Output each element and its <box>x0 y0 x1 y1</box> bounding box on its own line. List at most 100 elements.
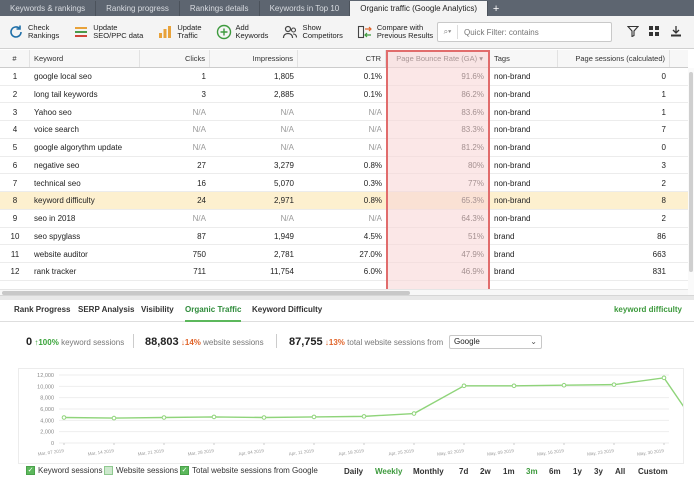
range-monthly[interactable]: Monthly <box>413 467 444 476</box>
data-point[interactable] <box>661 375 667 381</box>
data-point[interactable] <box>211 414 217 420</box>
data-point[interactable] <box>461 383 467 389</box>
legend-keyword-sessions-label: Keyword sessions <box>38 466 103 475</box>
cell-bounce: 64.3% <box>461 214 484 223</box>
legend-keyword-sessions[interactable]: ✓ Keyword sessions <box>26 466 102 475</box>
search-icon[interactable]: ⌕▾ <box>438 25 458 39</box>
tab-keyword-difficulty[interactable]: Keyword Difficulty <box>252 305 322 314</box>
tab-rankings-details[interactable]: Rankings details <box>180 1 260 16</box>
compare-results-button[interactable]: Compare with Previous Results <box>357 24 433 40</box>
filter-icon[interactable] <box>627 25 639 37</box>
period-2w[interactable]: 2w <box>480 467 491 476</box>
legend-website-sessions[interactable]: Website sessions <box>104 466 178 475</box>
x-tick-label: May, 02 2019 <box>437 448 465 457</box>
vertical-scroll-thumb[interactable] <box>689 72 693 272</box>
traffic-bars-icon <box>159 26 172 38</box>
table-row[interactable]: 8 keyword difficulty 24 2,971 0.8% 65.3% non-b… <box>0 192 688 210</box>
range-daily[interactable]: Daily <box>344 467 363 476</box>
tab-rank-progress[interactable]: Rank Progress <box>14 305 70 314</box>
tab-serp-analysis[interactable]: SERP Analysis <box>78 305 134 314</box>
table-row[interactable]: 5 google algorythm update N/A N/A N/A 81.2% no… <box>0 139 688 157</box>
data-point[interactable] <box>111 415 117 421</box>
toolbar: Check Rankings Update SEO/PPC data Updat… <box>0 16 694 49</box>
data-point[interactable] <box>61 415 67 420</box>
header-clicks[interactable]: Clicks <box>140 50 210 67</box>
header-num[interactable]: # <box>0 50 30 67</box>
header-keyword[interactable]: Keyword <box>30 50 140 67</box>
cell-ctr: 0.1% <box>363 72 382 81</box>
table-row[interactable]: 3 Yahoo seo N/A N/A N/A 83.6% non-brand 1 <box>0 104 688 122</box>
tab-keywords-rankings[interactable]: Keywords & rankings <box>0 1 97 16</box>
table-row[interactable]: 9 seo in 2018 N/A N/A N/A 64.3% non-brand 2 <box>0 210 688 228</box>
tab-keywords-top10[interactable]: Keywords in Top 10 <box>260 1 351 16</box>
table-row[interactable]: 10 seo spyglass 87 1,949 4.5% 51% brand 86 <box>0 228 688 246</box>
period-1y[interactable]: 1y <box>573 467 582 476</box>
source-select-value: Google <box>454 337 480 346</box>
checkbox-icon[interactable]: ✓ <box>26 466 35 475</box>
period-custom[interactable]: Custom <box>638 467 668 476</box>
checkbox-icon[interactable]: ✓ <box>180 466 189 475</box>
active-tab-underline <box>185 320 241 322</box>
table-row[interactable]: 11 website auditor 750 2,781 27.0% 47.9% brand… <box>0 246 688 264</box>
table-row[interactable]: 7 technical seo 16 5,070 0.3% 77% non-brand 2 <box>0 175 688 193</box>
cell-clicks: 3 <box>201 89 206 99</box>
cell-impressions: N/A <box>280 214 294 223</box>
tab-organic-traffic[interactable]: Organic traffic (Google Analytics) <box>350 1 489 16</box>
period-7d[interactable]: 7d <box>459 467 468 476</box>
range-weekly[interactable]: Weekly <box>375 467 402 476</box>
quick-filter-input[interactable] <box>464 27 604 37</box>
cell-keyword: seo in 2018 <box>34 214 76 223</box>
period-1m[interactable]: 1m <box>503 467 515 476</box>
tab-ranking-progress[interactable]: Ranking progress <box>96 1 180 16</box>
total-sessions-change: 13% <box>328 338 345 347</box>
checkbox-icon[interactable] <box>104 466 113 475</box>
header-sessions[interactable]: Page sessions (calculated) <box>558 50 670 67</box>
cell-ctr: N/A <box>368 107 382 117</box>
tab-bar: Keywords & rankings Ranking progress Ran… <box>0 0 694 16</box>
cell-ctr: N/A <box>368 143 382 152</box>
data-point[interactable] <box>611 382 617 387</box>
header-bounce-rate[interactable]: Page Bounce Rate (GA) ▾ <box>386 50 490 67</box>
header-tags[interactable]: Tags <box>490 50 558 67</box>
data-point[interactable] <box>561 382 567 388</box>
cell-tags: non-brand <box>494 72 531 81</box>
source-select[interactable]: Google ⌄ <box>449 335 542 349</box>
add-keywords-button[interactable]: Add Keywords <box>216 24 268 40</box>
data-point[interactable] <box>261 415 267 420</box>
data-point[interactable] <box>161 415 167 420</box>
update-traffic-button[interactable]: Update Traffic <box>157 24 202 40</box>
period-all[interactable]: All <box>615 467 625 476</box>
x-tick-label: Apr, 18 2019 <box>338 448 364 457</box>
update-seo-button[interactable]: Update SEO/PPC data <box>73 24 143 40</box>
cell-bounce: 81.2% <box>461 143 484 152</box>
table-row[interactable]: 6 negative seo 27 3,279 0.8% 80% non-brand 3 <box>0 157 688 175</box>
data-point[interactable] <box>311 414 317 420</box>
period-6m[interactable]: 6m <box>549 467 561 476</box>
tab-organic-traffic-panel[interactable]: Organic Traffic <box>185 305 241 314</box>
tab-visibility[interactable]: Visibility <box>141 305 174 314</box>
data-point[interactable] <box>361 414 367 419</box>
period-3m[interactable]: 3m <box>526 467 538 476</box>
add-tab-button[interactable]: + <box>488 2 504 16</box>
table-row[interactable]: 4 voice search N/A N/A N/A 83.3% non-brand 7 <box>0 121 688 139</box>
table-row[interactable]: 1 google local seo 1 1,805 0.1% 91.6% non-bran… <box>0 68 688 86</box>
cell-bounce: 86.2% <box>461 89 484 99</box>
check-rankings-button[interactable]: Check Rankings <box>8 24 59 40</box>
legend-total-sessions-label: Total website sessions from Google <box>192 466 318 475</box>
selected-keyword-link[interactable]: keyword difficulty <box>614 305 682 314</box>
header-ctr[interactable]: CTR <box>298 50 386 67</box>
period-3y[interactable]: 3y <box>594 467 603 476</box>
show-competitors-button[interactable]: Show Competitors <box>282 24 343 40</box>
columns-icon[interactable] <box>648 25 660 37</box>
table-row[interactable]: 12 rank tracker 711 11,754 6.0% 46.9% brand 831 <box>0 263 688 281</box>
quick-filter[interactable]: ⌕▾ <box>437 22 612 42</box>
cell-clicks: N/A <box>192 107 206 117</box>
cell-clicks: N/A <box>192 143 206 152</box>
data-point[interactable] <box>511 383 517 389</box>
legend-total-sessions[interactable]: ✓ Total website sessions from Google <box>180 466 318 475</box>
cell-bounce: 77% <box>467 178 484 188</box>
data-point[interactable] <box>411 411 417 416</box>
table-row[interactable]: 2 long tail keywords 3 2,885 0.1% 86.2% non-br… <box>0 86 688 104</box>
export-icon[interactable] <box>670 25 682 37</box>
header-impressions[interactable]: Impressions <box>210 50 298 67</box>
